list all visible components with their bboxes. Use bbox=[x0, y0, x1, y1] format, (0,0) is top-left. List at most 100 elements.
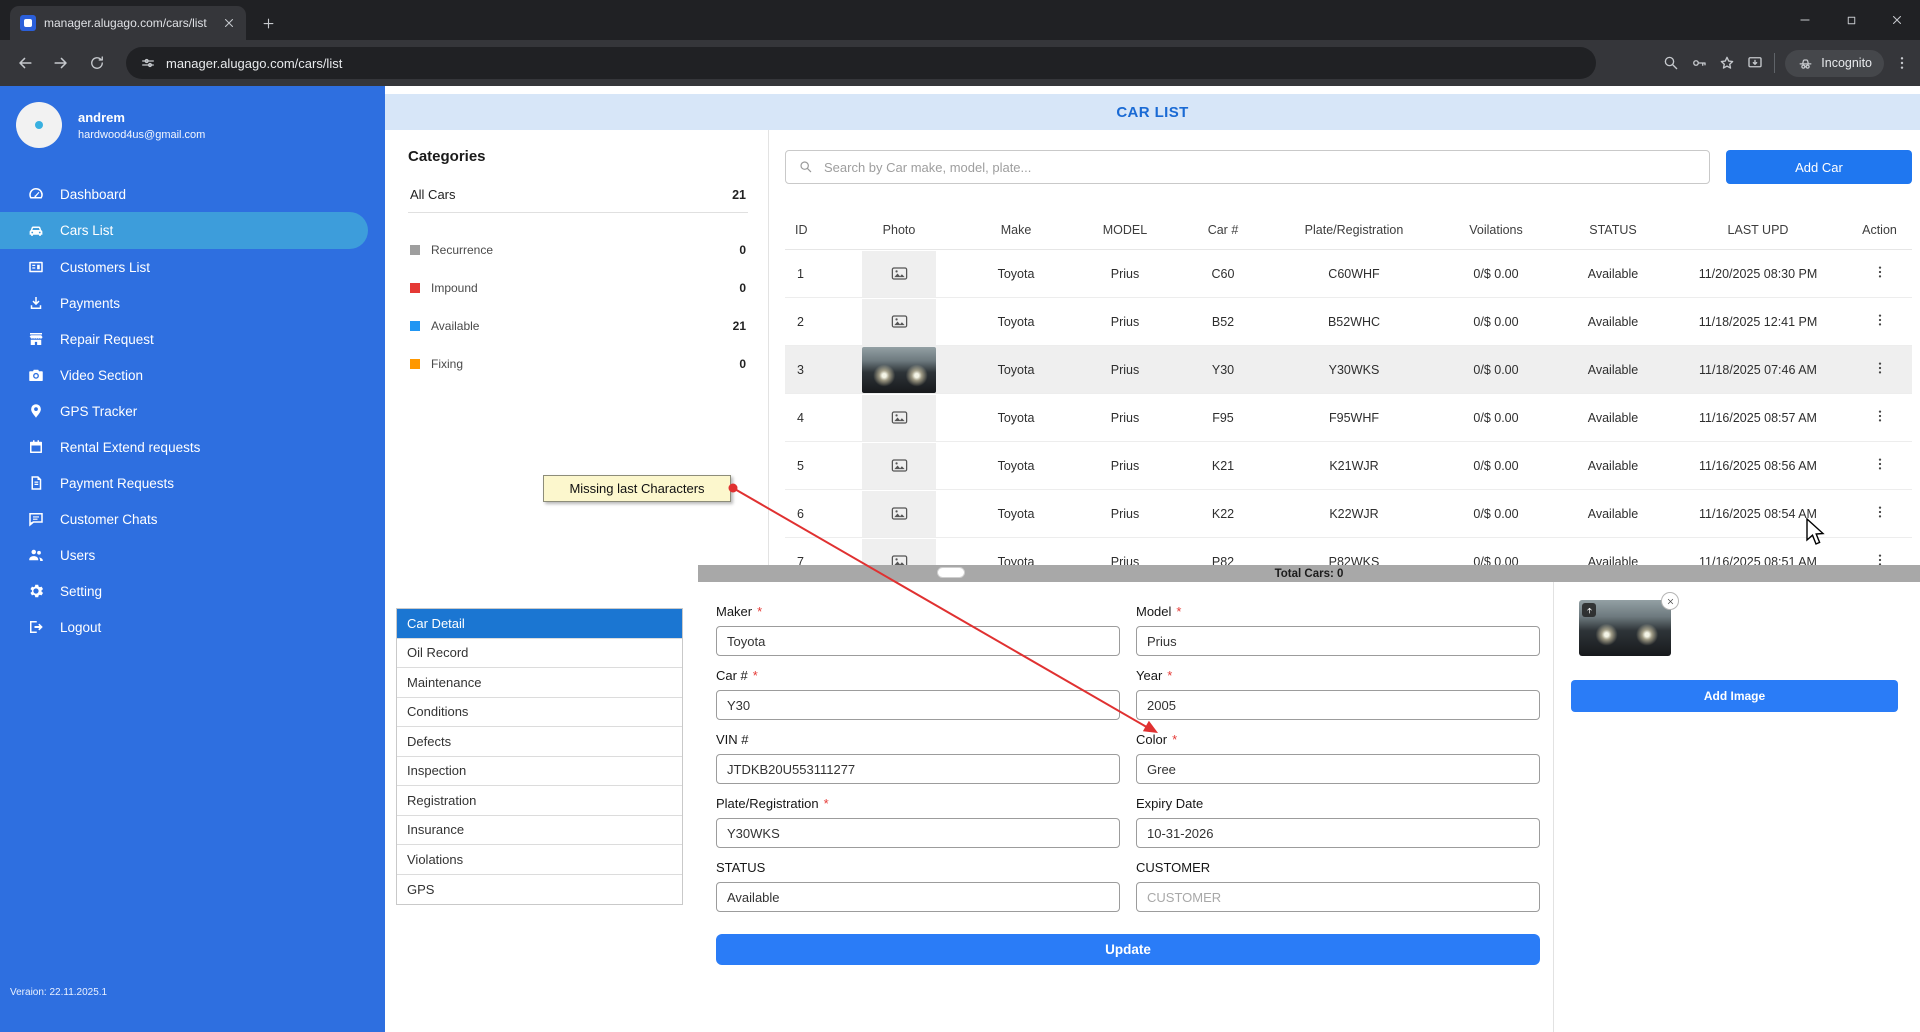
sidebar-item-setting[interactable]: Setting bbox=[0, 573, 385, 609]
gps-icon bbox=[27, 402, 45, 420]
sidebar-item-customers-list[interactable]: Customers List bbox=[0, 249, 385, 285]
detail-tab-maintenance[interactable]: Maintenance bbox=[397, 668, 682, 698]
row-actions-button[interactable] bbox=[1868, 404, 1892, 431]
photo-placeholder-icon bbox=[862, 394, 936, 441]
save-to-device-icon[interactable] bbox=[1746, 54, 1764, 72]
car-row-2[interactable]: 2 Toyota Prius B52 B52WHC 0/$ 0.00 Avail… bbox=[785, 298, 1912, 346]
input-maker[interactable] bbox=[716, 626, 1120, 656]
detail-tab-registration[interactable]: Registration bbox=[397, 786, 682, 816]
field-model: Model * bbox=[1136, 604, 1540, 656]
sidebar-item-payment-requests[interactable]: Payment Requests bbox=[0, 465, 385, 501]
toolbar-divider bbox=[1774, 53, 1776, 73]
sidebar-item-users[interactable]: Users bbox=[0, 537, 385, 573]
reload-button[interactable] bbox=[82, 48, 112, 78]
menu-dots-icon[interactable] bbox=[1894, 55, 1910, 71]
detail-tab-car-detail[interactable]: Car Detail bbox=[397, 609, 682, 639]
sidebar-item-customer-chats[interactable]: Customer Chats bbox=[0, 501, 385, 537]
add-car-button[interactable]: Add Car bbox=[1726, 150, 1912, 184]
sidebar-item-dashboard[interactable]: Dashboard bbox=[0, 176, 385, 212]
sidebar-item-payments[interactable]: Payments bbox=[0, 285, 385, 321]
row-actions-button[interactable] bbox=[1868, 260, 1892, 287]
all-cars-row[interactable]: All Cars 21 bbox=[408, 187, 748, 213]
input-vin[interactable] bbox=[716, 754, 1120, 784]
tab-close-icon[interactable] bbox=[222, 16, 236, 30]
detail-tab-defects[interactable]: Defects bbox=[397, 727, 682, 757]
add-image-button[interactable]: Add Image bbox=[1571, 680, 1898, 712]
car-row-4[interactable]: 4 Toyota Prius F95 F95WHF 0/$ 0.00 Avail… bbox=[785, 394, 1912, 442]
input-status[interactable] bbox=[716, 882, 1120, 912]
car-row-6[interactable]: 6 Toyota Prius K22 K22WJR 0/$ 0.00 Avail… bbox=[785, 490, 1912, 538]
back-button[interactable] bbox=[10, 48, 40, 78]
search-box[interactable] bbox=[785, 150, 1710, 184]
car-image-thumbnail[interactable] bbox=[1579, 592, 1679, 656]
update-button[interactable]: Update bbox=[716, 934, 1540, 965]
photo-placeholder-icon bbox=[862, 490, 936, 537]
sidebar-item-cars-list[interactable]: Cars List bbox=[0, 212, 368, 249]
incognito-icon bbox=[1799, 58, 1812, 69]
remove-image-button[interactable] bbox=[1661, 592, 1679, 610]
forward-icon bbox=[54, 57, 67, 69]
sidebar-item-logout[interactable]: Logout bbox=[0, 609, 385, 645]
input-customer[interactable] bbox=[1136, 882, 1540, 912]
total-cars-bar: Total Cars: 0 bbox=[698, 565, 1920, 582]
category-impound[interactable]: Impound 0 bbox=[408, 269, 748, 307]
input-car[interactable] bbox=[716, 690, 1120, 720]
site-settings-icon[interactable] bbox=[140, 55, 156, 71]
column-header-last-upd: LAST UPD bbox=[1727, 222, 1789, 237]
category-color-swatch bbox=[410, 359, 420, 369]
bookmark-star-icon[interactable] bbox=[1718, 54, 1736, 72]
input-color[interactable] bbox=[1136, 754, 1540, 784]
field-expiry-date: Expiry Date bbox=[1136, 796, 1540, 848]
browser-window: manager.alugago.com/cars/list manager.al… bbox=[0, 0, 1920, 1032]
detail-tab-violations[interactable]: Violations bbox=[397, 845, 682, 875]
sidebar-item-gps-tracker[interactable]: GPS Tracker bbox=[0, 393, 385, 429]
detail-tab-insurance[interactable]: Insurance bbox=[397, 815, 682, 845]
category-available[interactable]: Available 21 bbox=[408, 307, 748, 345]
car-row-3[interactable]: 3 Toyota Prius Y30 Y30WKS 0/$ 0.00 Avail… bbox=[785, 346, 1912, 394]
column-header-car: Car # bbox=[1207, 222, 1239, 237]
search-input[interactable] bbox=[824, 159, 1697, 175]
sidebar-item-repair-request[interactable]: Repair Request bbox=[0, 321, 385, 357]
car-row-1[interactable]: 1 Toyota Prius C60 C60WHF 0/$ 0.00 Avail… bbox=[785, 250, 1912, 298]
sidebar-item-video-section[interactable]: Video Section bbox=[0, 357, 385, 393]
input-year[interactable] bbox=[1136, 690, 1540, 720]
required-asterisk: * bbox=[1167, 668, 1173, 683]
detail-tab-conditions[interactable]: Conditions bbox=[397, 697, 682, 727]
row-actions-button[interactable] bbox=[1868, 500, 1892, 527]
input-model[interactable] bbox=[1136, 626, 1540, 656]
column-header-make: Make bbox=[1000, 222, 1032, 237]
user-profile[interactable]: andrem hardwood4us@gmail.com bbox=[0, 86, 385, 148]
table-header: ID Photo Make MODEL Car # Plate/Registration V… bbox=[785, 210, 1912, 250]
row-actions-button[interactable] bbox=[1868, 356, 1892, 383]
password-key-icon[interactable] bbox=[1690, 54, 1708, 72]
category-fixing[interactable]: Fixing 0 bbox=[408, 345, 748, 383]
category-recurrence[interactable]: Recurrence 0 bbox=[408, 231, 748, 269]
field-car: Car # * bbox=[716, 668, 1120, 720]
detail-tab-oil-record[interactable]: Oil Record bbox=[397, 638, 682, 668]
url-text: manager.alugago.com/cars/list bbox=[166, 55, 343, 71]
zoom-icon[interactable] bbox=[1662, 54, 1680, 72]
url-bar[interactable]: manager.alugago.com/cars/list bbox=[126, 47, 1596, 79]
row-actions-button[interactable] bbox=[1868, 548, 1892, 565]
detail-divider bbox=[1553, 582, 1554, 1032]
scroll-handle[interactable] bbox=[937, 567, 965, 578]
calendar-icon bbox=[27, 438, 45, 456]
minimize-button[interactable] bbox=[1782, 0, 1828, 40]
new-tab-button[interactable] bbox=[254, 9, 282, 37]
detail-tab-inspection[interactable]: Inspection bbox=[397, 756, 682, 786]
row-actions-button[interactable] bbox=[1868, 452, 1892, 479]
row-actions-button[interactable] bbox=[1868, 308, 1892, 335]
input-expiry-date[interactable] bbox=[1136, 818, 1540, 848]
field-customer: CUSTOMER bbox=[1136, 860, 1540, 912]
browser-tab[interactable]: manager.alugago.com/cars/list bbox=[10, 6, 246, 40]
input-plate-registration[interactable] bbox=[716, 818, 1120, 848]
maximize-button[interactable] bbox=[1828, 0, 1874, 40]
avatar bbox=[16, 102, 62, 148]
forward-button[interactable] bbox=[46, 48, 76, 78]
close-button[interactable] bbox=[1874, 0, 1920, 40]
car-photo-thumbnail bbox=[862, 346, 936, 393]
car-row-5[interactable]: 5 Toyota Prius K21 K21WJR 0/$ 0.00 Avail… bbox=[785, 442, 1912, 490]
detail-tab-gps[interactable]: GPS bbox=[397, 874, 682, 904]
sidebar-item-rental-extend-requests[interactable]: Rental Extend requests bbox=[0, 429, 385, 465]
car-row-7[interactable]: 7 Toyota Prius P82 P82WKS 0/$ 0.00 Avail… bbox=[785, 538, 1912, 565]
